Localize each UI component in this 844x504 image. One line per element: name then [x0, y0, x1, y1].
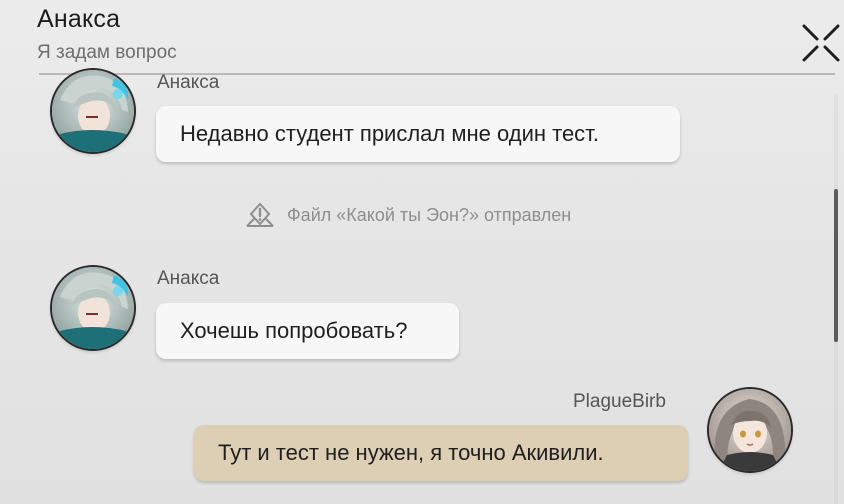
avatar-plaguebirb[interactable] — [709, 389, 791, 471]
avatar-anaxa[interactable] — [52, 267, 134, 349]
close-icon — [802, 24, 840, 62]
message-bubble[interactable]: Недавно студент прислал мне один тест. — [156, 106, 680, 162]
scrollbar-thumb[interactable] — [834, 189, 838, 342]
system-notice-text: Файл «Какой ты Эон?» отправлен — [287, 204, 572, 225]
close-button[interactable] — [800, 22, 842, 64]
avatar-anaxa[interactable] — [52, 70, 134, 152]
chat-header: Анакса Я задам вопрос — [0, 0, 844, 80]
sender-name-plaguebirb: PlagueBirb — [573, 391, 666, 412]
system-notice: Файл «Какой ты Эон?» отправлен — [245, 201, 571, 229]
sender-name-anaxa: Анакса — [157, 72, 220, 93]
warning-diamond-icon — [246, 202, 274, 227]
chat-subtitle: Я задам вопрос — [37, 42, 177, 63]
message-bubble[interactable]: Хочешь попробовать? — [156, 303, 459, 359]
sender-name-anaxa: Анакса — [157, 268, 220, 289]
chat-title: Анакса — [37, 5, 121, 33]
own-message-bubble[interactable]: Тут и тест не нужен, я точно Акивили. — [194, 425, 688, 481]
